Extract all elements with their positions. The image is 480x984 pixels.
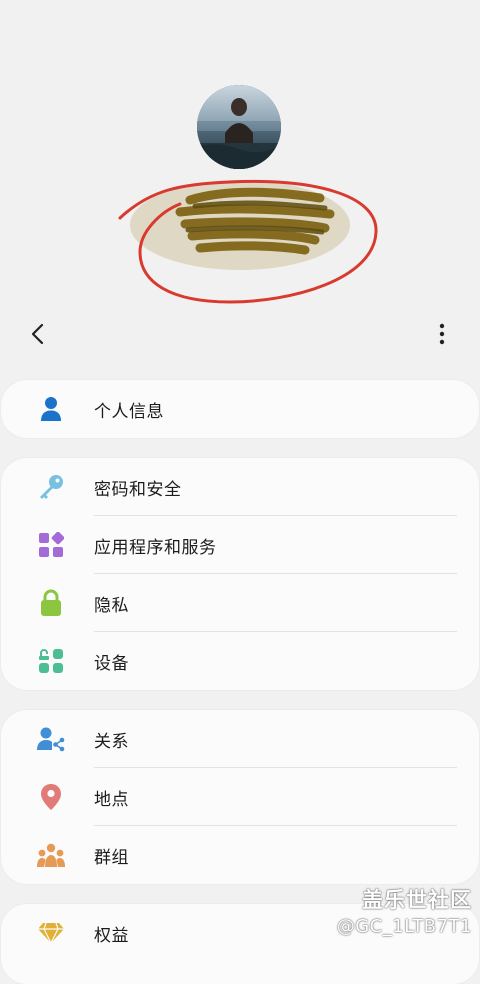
- redacted-name-scribble: [118, 179, 378, 304]
- menu-item-devices[interactable]: 设备: [1, 632, 479, 690]
- menu-item-label: 地点: [94, 789, 129, 810]
- apps-icon: [37, 531, 65, 559]
- menu-item-label: 权益: [94, 925, 129, 946]
- diamond-icon: [37, 919, 65, 947]
- person-icon: [37, 395, 65, 423]
- share-person-icon: [37, 725, 65, 753]
- avatar[interactable]: [197, 85, 281, 169]
- lock-icon: [37, 589, 65, 617]
- back-button[interactable]: [22, 318, 54, 350]
- menu-item-personal-info[interactable]: 个人信息: [1, 380, 479, 438]
- watermark-user: @GC_1LTB7T1: [336, 916, 472, 937]
- avatar-photo-icon: [197, 85, 281, 169]
- menu-item-label: 应用程序和服务: [94, 537, 217, 558]
- menu-item-label: 设备: [94, 653, 129, 674]
- menu-item-password-security[interactable]: 密码和安全: [1, 458, 479, 516]
- card-personal: 个人信息: [1, 380, 479, 438]
- top-toolbar: [0, 312, 480, 356]
- profile-header: [0, 0, 480, 310]
- more-options-button[interactable]: [426, 318, 458, 350]
- location-pin-icon: [37, 783, 65, 811]
- menu-item-label: 个人信息: [94, 401, 164, 422]
- menu-item-label: 密码和安全: [94, 479, 182, 500]
- menu-item-groups[interactable]: 群组: [1, 826, 479, 884]
- menu-item-places[interactable]: 地点: [1, 768, 479, 826]
- menu-item-apps-services[interactable]: 应用程序和服务: [1, 516, 479, 574]
- menu-item-label: 关系: [94, 731, 129, 752]
- card-security: 密码和安全 应用程序和服务 隐私 设备: [1, 458, 479, 690]
- group-icon: [37, 841, 65, 869]
- menu-item-label: 群组: [94, 847, 129, 868]
- devices-icon: [37, 647, 65, 675]
- card-relations: 关系 地点 群组: [1, 710, 479, 884]
- chevron-left-icon: [31, 323, 44, 345]
- menu-item-privacy[interactable]: 隐私: [1, 574, 479, 632]
- watermark-brand: 盖乐世社区: [362, 888, 472, 912]
- more-vertical-icon: [439, 323, 445, 345]
- key-icon: [37, 473, 65, 501]
- menu-item-relationships[interactable]: 关系: [1, 710, 479, 768]
- menu-item-label: 隐私: [94, 595, 129, 616]
